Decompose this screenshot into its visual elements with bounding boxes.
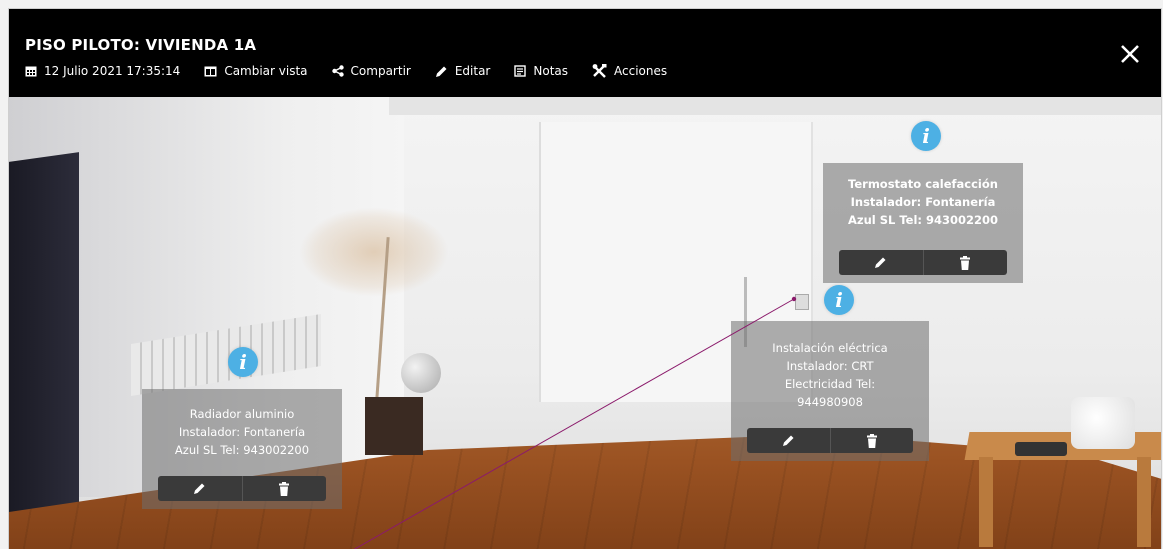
- viewer-window: PISO PILOTO: VIVIENDA 1A 12 Julio 2021 1…: [8, 8, 1162, 549]
- columns-icon: [204, 66, 217, 76]
- edit-label: Editar: [454, 64, 491, 78]
- close-icon: [1121, 45, 1139, 63]
- delete-hotspot-button[interactable]: [241, 476, 327, 501]
- info-icon[interactable]: i: [228, 347, 258, 377]
- table-leg: [979, 457, 993, 547]
- card-line: Azul SL Tel: 943002200: [847, 213, 999, 227]
- share-label: Compartir: [350, 64, 411, 78]
- date-display: 12 Julio 2021 17:35:14: [25, 64, 180, 78]
- change-view-button[interactable]: Cambiar vista: [204, 64, 308, 78]
- trash-icon: [866, 433, 877, 448]
- hotspot-card-thermostat: Termostato calefacción Instalador: Fonta…: [823, 163, 1023, 283]
- card-title: Radiador aluminio: [189, 407, 295, 421]
- pencil-icon: [875, 257, 886, 268]
- plant-pot: [365, 397, 423, 455]
- delete-hotspot-button[interactable]: [829, 428, 914, 453]
- close-button[interactable]: [1119, 43, 1141, 65]
- plant-branches: [299, 207, 449, 297]
- calendar-icon: [25, 66, 37, 77]
- edit-hotspot-button[interactable]: [158, 476, 242, 501]
- date-label: 12 Julio 2021 17:35:14: [44, 64, 181, 78]
- hotspot-card-electrical: Instalación eléctrica Instalador: CRT El…: [731, 321, 929, 461]
- decor-ball: [401, 353, 441, 393]
- card-line: Instalador: Fontanería: [178, 425, 306, 439]
- card-actions: [158, 476, 326, 501]
- info-icon[interactable]: i: [911, 121, 941, 151]
- change-view-label: Cambiar vista: [224, 64, 308, 78]
- tray: [1015, 442, 1067, 456]
- actions-label: Acciones: [614, 64, 668, 78]
- pencil-icon: [782, 435, 794, 446]
- trash-icon: [960, 255, 971, 270]
- page-title: PISO PILOTO: VIVIENDA 1A: [25, 36, 257, 54]
- card-actions: [747, 428, 913, 453]
- card-title: Instalación eléctrica: [772, 341, 888, 355]
- notes-label: Notas: [533, 64, 569, 78]
- window-curtain: [9, 152, 79, 532]
- hotspot-card-radiator: Radiador aluminio Instalador: Fontanería…: [142, 389, 342, 509]
- tools-icon: [592, 64, 607, 78]
- card-title: Termostato calefacción: [848, 177, 998, 191]
- card-line: Instalador: CRT: [786, 359, 874, 373]
- table-leg: [1137, 457, 1151, 547]
- light-switch: [795, 294, 809, 310]
- ceiling-molding: [389, 97, 1161, 115]
- share-icon: [331, 65, 344, 77]
- table-lamp: [1071, 397, 1135, 449]
- pencil-icon: [194, 483, 205, 494]
- actions-button[interactable]: Acciones: [592, 64, 667, 78]
- info-icon[interactable]: i: [824, 285, 854, 315]
- edit-hotspot-button[interactable]: [839, 250, 923, 275]
- card-line: Instalador: Fontanería: [850, 195, 996, 209]
- toolbar: 12 Julio 2021 17:35:14 Cambiar vista Com…: [25, 64, 691, 78]
- viewer-header: PISO PILOTO: VIVIENDA 1A 12 Julio 2021 1…: [9, 9, 1161, 97]
- card-line: 944980908: [797, 395, 863, 409]
- card-line: Azul SL Tel: 943002200: [174, 443, 310, 457]
- edit-button[interactable]: Editar: [435, 64, 491, 78]
- pencil-icon: [435, 66, 447, 77]
- notes-icon: [514, 65, 527, 77]
- card-line: Electricidad Tel:: [784, 377, 876, 391]
- trash-icon: [279, 481, 290, 496]
- share-button[interactable]: Compartir: [331, 64, 411, 78]
- edit-hotspot-button[interactable]: [747, 428, 830, 453]
- delete-hotspot-button[interactable]: [922, 250, 1008, 275]
- card-actions: [839, 250, 1007, 275]
- notes-button[interactable]: Notas: [514, 64, 568, 78]
